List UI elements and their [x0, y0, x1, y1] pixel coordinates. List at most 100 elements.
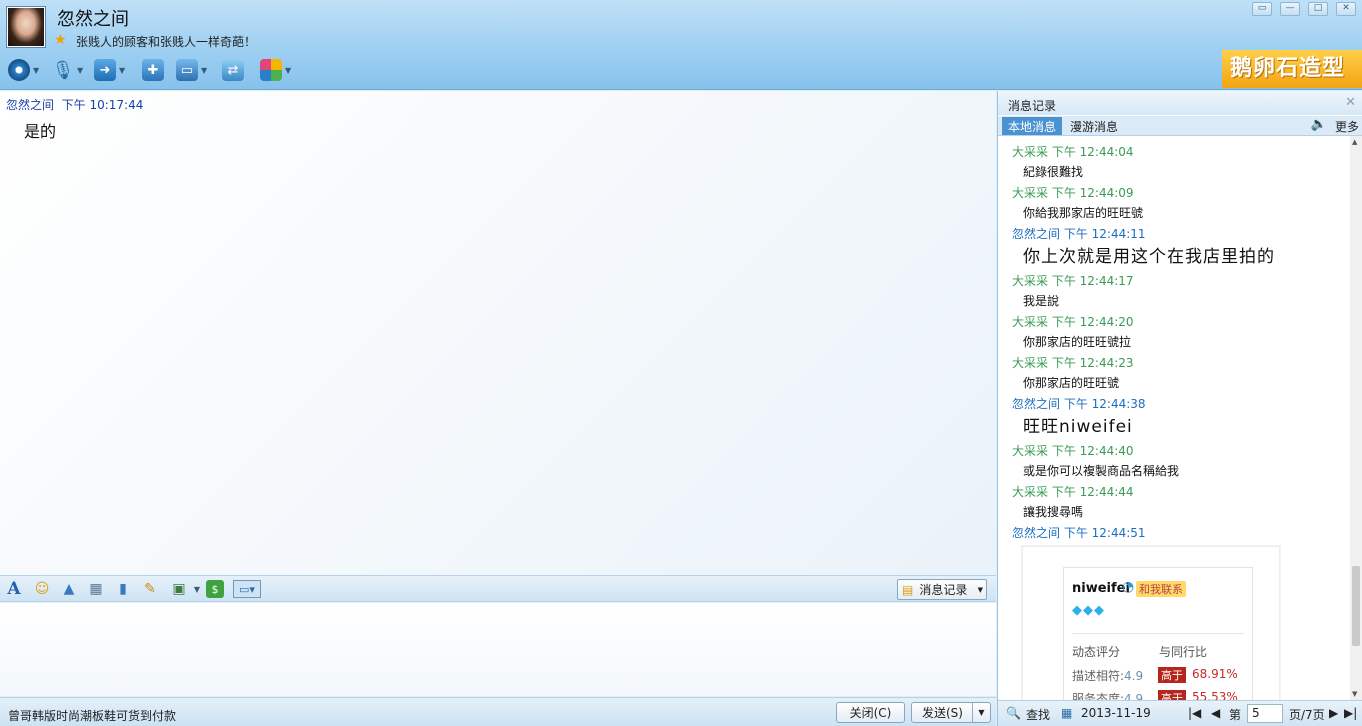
contact-button[interactable]: 和我联系 [1136, 581, 1186, 597]
page-prefix: 第 [1229, 708, 1242, 722]
edit-icon[interactable]: ✎ [141, 580, 159, 598]
history-scrollbar[interactable]: ▲ ▼ [1350, 136, 1362, 700]
chevron-down-icon: ▼ [201, 65, 208, 75]
history-entry-text: 紀錄很難找 [1023, 165, 1084, 179]
message-text: 是的 [24, 122, 57, 141]
chevron-down-icon: ▼ [77, 65, 84, 75]
message-history-label: 消息记录 [919, 583, 968, 597]
font-icon[interactable]: A [5, 579, 23, 599]
close-button[interactable]: 关闭(C) [836, 702, 905, 723]
message-sender: 忽然之间 [6, 98, 55, 112]
input-toolbar: A ☺ ▲ ▦ ▮ ✎ ▣ ▼ $ ▭▾ ▤ 消息记录 ▼ [0, 575, 996, 602]
diamond-rating-icon: ◆◆◆ [1072, 603, 1105, 618]
window-header: 忽然之间 ★ 张贱人的顾客和张贱人一样奇葩！ ▭ — □ ✕ ▼ 🎙 ▼ ➜ ▼ ✚… [0, 0, 1362, 90]
scroll-up-icon[interactable]: ▲ [1352, 138, 1357, 146]
star-icon: ★ [54, 32, 67, 48]
rating-value: 4.9 [1124, 692, 1144, 700]
remote-assist-icon: ⇄ [222, 59, 244, 81]
message-time: 下午 10:17:44 [61, 98, 144, 112]
screen-share-button[interactable]: ▭ ▼ [176, 58, 207, 82]
history-entry-header: 大采采 下午 12:44:17 [1012, 274, 1134, 288]
send-file-button[interactable]: ➜ ▼ [94, 58, 125, 82]
apps-button[interactable]: ▼ [260, 58, 291, 82]
send-button[interactable]: 发送(S) ▼ [911, 702, 991, 723]
more-button[interactable]: 更多 [1335, 118, 1359, 135]
history-icon: ▤ [902, 582, 914, 597]
shop-banner[interactable]: 鹅卵石造型 [1222, 50, 1362, 88]
scroll-down-icon[interactable]: ▼ [1352, 690, 1357, 698]
tab-local-messages[interactable]: 本地消息 [1002, 117, 1063, 135]
minimize-button[interactable]: — [1280, 2, 1300, 16]
message-mode-icon[interactable]: ▭▾ [233, 580, 261, 598]
emoji-icon[interactable]: ☺ [33, 580, 51, 598]
history-entry-header: 大采采 下午 12:44:09 [1012, 186, 1134, 200]
scroll-thumb[interactable] [1352, 566, 1360, 646]
history-entry-header: 忽然之间 下午 12:44:51 [1012, 526, 1146, 540]
higher-badge: 高于 [1158, 667, 1186, 683]
ad-text[interactable]: 曾哥韩版时尚潮板鞋可货到付款 [8, 707, 176, 724]
speaker-icon[interactable]: 🔈 [1311, 117, 1327, 132]
rating-percent: 68.91% [1192, 667, 1238, 681]
skin-button[interactable]: ▭ [1252, 2, 1272, 16]
history-log: niweifei ◔ 和我联系 ◆◆◆ 动态评分 与同行比 描述相符:4.9 高… [998, 136, 1350, 700]
contact-signature: 张贱人的顾客和张贱人一样奇葩！ [76, 35, 257, 49]
screenshot-icon[interactable]: ▦ [87, 580, 105, 598]
wangwang-icon: ◔ [1122, 579, 1135, 595]
history-entry-text: 你那家店的旺旺號拉 [1023, 335, 1132, 349]
apps-icon [260, 59, 282, 81]
image-icon[interactable]: ▣ [170, 580, 188, 598]
first-page-icon[interactable]: |◀ [1188, 706, 1201, 720]
history-entry-text: 旺旺niweifei [1023, 417, 1133, 437]
chat-window: 忽然之间 ★ 张贱人的顾客和张贱人一样奇葩！ ▭ — □ ✕ ▼ 🎙 ▼ ➜ ▼ ✚… [0, 0, 1362, 726]
last-page-icon[interactable]: ▶| [1344, 706, 1357, 720]
history-entry-header: 大采采 下午 12:44:23 [1012, 356, 1134, 370]
history-title: 消息记录 [998, 91, 1362, 115]
history-entry-header: 大采采 下午 12:44:20 [1012, 315, 1134, 329]
history-panel: 消息记录 ✕ 本地消息 漫游消息 🔈 更多 niweifei ◔ 和我联系 ◆◆… [997, 91, 1362, 726]
avatar[interactable] [6, 6, 46, 48]
add-contact-button[interactable]: ✚ [142, 58, 164, 82]
history-entry-header: 大采采 下午 12:44:04 [1012, 145, 1134, 159]
add-contact-icon: ✚ [142, 59, 164, 81]
close-icon[interactable]: ✕ [1345, 95, 1356, 110]
chevron-down-icon: ▼ [977, 585, 983, 594]
rating-percent: 55.53% [1192, 690, 1238, 700]
history-entry-text: 你給我那家店的旺旺號 [1023, 206, 1144, 220]
message-header: 忽然之间 下午 10:17:44 [6, 96, 143, 113]
shop-card[interactable]: niweifei ◔ 和我联系 ◆◆◆ 动态评分 与同行比 描述相符:4.9 高… [1022, 546, 1280, 700]
rating-label: 描述相符: [1072, 669, 1125, 683]
remote-assist-button[interactable]: ⇄ [222, 58, 244, 82]
chevron-down-icon: ▼ [33, 65, 40, 75]
close-window-button[interactable]: ✕ [1336, 2, 1356, 16]
rating-value: 4.9 [1124, 669, 1144, 683]
search-icon[interactable]: 🔍 [1006, 706, 1021, 720]
bottom-bar: 曾哥韩版时尚潮板鞋可货到付款 关闭(C) 发送(S) ▼ [0, 697, 996, 726]
history-entry-text: 或是你可以複製商品名稱給我 [1023, 464, 1180, 478]
history-entry-text: 我是說 [1023, 294, 1060, 308]
chevron-down-icon: ▼ [285, 65, 292, 75]
avatar-image [8, 8, 44, 46]
tab-roaming-messages[interactable]: 漫游消息 [1064, 117, 1124, 135]
voice-message-icon[interactable]: ▮ [114, 580, 132, 598]
history-date[interactable]: 2013-11-19 [1081, 706, 1151, 720]
calendar-icon[interactable]: ▦ [1061, 706, 1072, 720]
maximize-button[interactable]: □ [1308, 2, 1328, 16]
send-money-icon[interactable]: $ [206, 580, 224, 598]
message-input[interactable] [0, 603, 996, 696]
shake-icon[interactable]: ▲ [60, 580, 78, 598]
contact-nickname: 忽然之间 [57, 9, 129, 30]
screen-share-icon: ▭ [176, 59, 198, 81]
page-suffix: 页/7页 [1289, 708, 1325, 722]
chevron-down-icon[interactable]: ▼ [188, 580, 206, 598]
prev-page-icon[interactable]: ◀ [1211, 706, 1220, 720]
voice-call-button[interactable]: 🎙 ▼ [52, 58, 84, 82]
send-options-chevron-icon[interactable]: ▼ [972, 703, 990, 722]
next-page-icon[interactable]: ▶ [1329, 706, 1338, 720]
divider [1072, 633, 1244, 634]
higher-badge: 高于 [1158, 690, 1186, 700]
search-label[interactable]: 查找 [1026, 706, 1050, 723]
page-input[interactable]: 5 [1247, 704, 1283, 723]
video-call-button[interactable]: ▼ [8, 58, 39, 82]
history-entry-text: 你那家店的旺旺號 [1023, 376, 1120, 390]
message-history-button[interactable]: ▤ 消息记录 ▼ [897, 579, 987, 600]
